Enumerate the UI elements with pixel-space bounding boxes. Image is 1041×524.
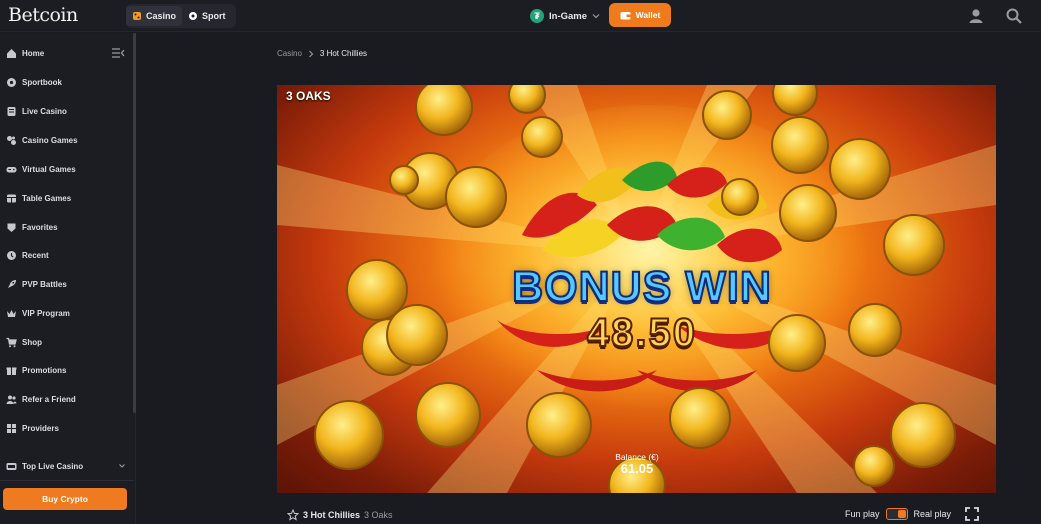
sidebar-item-recent[interactable]: Recent bbox=[6, 248, 49, 262]
sidebar-item-label: PVP Battles bbox=[22, 279, 67, 289]
collapse-menu-icon[interactable] bbox=[111, 47, 125, 59]
sidebar-item-label: Virtual Games bbox=[22, 164, 76, 174]
sidebar-item-label: Refer a Friend bbox=[22, 394, 76, 404]
tab-casino[interactable]: Casino bbox=[126, 6, 183, 26]
sidebar-item-label: Favorites bbox=[22, 222, 58, 232]
top-live-casino-label: Top Live Casino bbox=[22, 461, 84, 471]
sidebar-item-promotions[interactable]: Promotions bbox=[6, 363, 66, 377]
users-icon bbox=[6, 395, 17, 404]
user-icon[interactable] bbox=[967, 7, 985, 25]
game-title-row: 3 Hot Chillies 3 Oaks bbox=[287, 509, 393, 521]
breadcrumb: Casino 3 Hot Chillies bbox=[277, 49, 367, 58]
tab-sport[interactable]: Sport bbox=[182, 6, 232, 26]
sidebar-item-label: Recent bbox=[22, 250, 49, 260]
sport-icon bbox=[189, 12, 198, 20]
sidebar-item-vip-program[interactable]: VIP Program bbox=[6, 306, 70, 320]
sidebar-item-label: Home bbox=[22, 48, 45, 58]
sidebar-scrollbar[interactable] bbox=[133, 33, 136, 413]
star-icon[interactable] bbox=[287, 509, 299, 521]
sidebar-item-label: Casino Games bbox=[22, 135, 78, 145]
breadcrumb-casino[interactable]: Casino bbox=[277, 49, 302, 58]
dice-icon bbox=[7, 135, 16, 145]
sidebar-item-label: VIP Program bbox=[22, 308, 70, 318]
sidebar-top-live-casino[interactable]: Top Live Casino bbox=[6, 459, 126, 473]
top-nav: Casino Sport bbox=[126, 4, 236, 28]
breadcrumb-current: 3 Hot Chillies bbox=[319, 49, 368, 58]
sidebar: Home Sportbook Live Casino Casino Games … bbox=[0, 33, 136, 524]
tether-icon: ₮ bbox=[530, 9, 544, 23]
gift-icon bbox=[6, 367, 17, 375]
sidebar-item-label: Shop bbox=[22, 337, 42, 347]
balance-value: 61.05 bbox=[620, 460, 654, 476]
game-name: 3 Hot Chillies bbox=[303, 510, 361, 520]
chevron-down-icon bbox=[592, 14, 600, 19]
wallet-button[interactable]: Wallet bbox=[609, 3, 671, 27]
casino-icon bbox=[133, 12, 141, 20]
heart-icon bbox=[7, 223, 16, 232]
wallet-label: Wallet bbox=[635, 10, 661, 20]
fun-play-label: Fun play bbox=[845, 509, 880, 519]
sidebar-item-live-casino[interactable]: Live Casino bbox=[6, 104, 67, 118]
bonus-win-amount: 48.50 bbox=[586, 310, 698, 356]
crown-icon bbox=[7, 309, 16, 317]
currency-selector[interactable]: ₮ In-Game bbox=[530, 5, 600, 27]
bonus-win-title: BONUS WIN bbox=[511, 262, 772, 312]
live-icon bbox=[6, 462, 17, 470]
game-provider: 3 Oaks bbox=[364, 510, 393, 520]
tab-casino-label: Casino bbox=[146, 11, 177, 21]
sidebar-item-label: Providers bbox=[22, 423, 59, 433]
sidebar-item-sportbook[interactable]: Sportbook bbox=[6, 75, 62, 89]
main-content: Casino 3 Hot Chillies 3 OAKS BONUS WIN 4… bbox=[137, 33, 1041, 524]
balance-display: Balance (€) 61.05 bbox=[587, 453, 687, 476]
search-icon[interactable] bbox=[1005, 7, 1023, 25]
sidebar-item-label: Table Games bbox=[22, 193, 72, 203]
sidebar-item-virtual-games[interactable]: Virtual Games bbox=[6, 162, 76, 176]
chevron-right-icon bbox=[309, 50, 314, 57]
clock-icon bbox=[7, 250, 16, 260]
rocket-icon bbox=[8, 279, 16, 288]
top-bar: Betcoin Casino Sport ₮ In-Game Wallet bbox=[0, 0, 1041, 32]
sidebar-item-table-games[interactable]: Table Games bbox=[6, 191, 71, 205]
logo-text: Betcoin bbox=[8, 4, 78, 26]
play-mode-toggle[interactable] bbox=[885, 508, 908, 520]
sidebar-item-shop[interactable]: Shop bbox=[6, 335, 42, 349]
grid-icon bbox=[7, 423, 16, 433]
home-icon bbox=[7, 48, 16, 58]
tab-sport-label: Sport bbox=[202, 11, 226, 21]
sidebar-item-home[interactable]: Home bbox=[6, 46, 44, 60]
sidebar-item-favorites[interactable]: Favorites bbox=[6, 220, 58, 234]
provider-logo: 3 OAKS bbox=[286, 89, 331, 103]
game-frame[interactable]: 3 OAKS BONUS WIN 48.50 Balance (€) 61.05 bbox=[277, 85, 996, 493]
sidebar-item-pvp-battles[interactable]: PVP Battles bbox=[6, 277, 67, 291]
chevron-down-icon bbox=[119, 464, 125, 468]
sidebar-item-refer-a-friend[interactable]: Refer a Friend bbox=[6, 392, 76, 406]
ball-icon bbox=[7, 77, 16, 87]
sidebar-item-casino-games[interactable]: Casino Games bbox=[6, 133, 78, 147]
buy-crypto-label: Buy Crypto bbox=[42, 494, 88, 504]
play-mode-switch: Fun play Real play bbox=[845, 508, 951, 520]
live-icon bbox=[7, 106, 16, 116]
game-footer: 3 Hot Chillies 3 Oaks Fun play Real play bbox=[277, 504, 996, 524]
sidebar-item-label: Promotions bbox=[22, 365, 67, 375]
cart-icon bbox=[6, 337, 17, 347]
real-play-label: Real play bbox=[913, 509, 952, 519]
currency-label: In-Game bbox=[549, 10, 588, 22]
logo[interactable]: Betcoin bbox=[8, 4, 78, 26]
sidebar-divider bbox=[0, 480, 134, 481]
fullscreen-icon[interactable] bbox=[965, 507, 979, 521]
sidebar-item-label: Sportbook bbox=[22, 77, 62, 87]
buy-crypto-button[interactable]: Buy Crypto bbox=[3, 488, 127, 510]
gamepad-icon bbox=[6, 166, 17, 172]
wallet-icon bbox=[620, 12, 631, 20]
sidebar-item-providers[interactable]: Providers bbox=[6, 421, 59, 435]
sidebar-item-label: Live Casino bbox=[22, 106, 67, 116]
table-icon bbox=[7, 194, 16, 202]
